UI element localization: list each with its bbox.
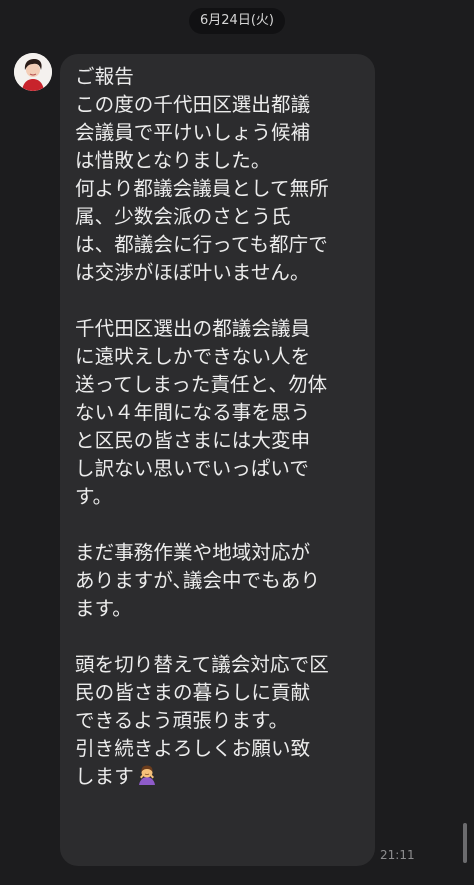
message-text-line: ありますが､議会中でもあり (75, 569, 321, 592)
message-text-line: は惜敗となりました。 (75, 149, 271, 172)
sender-avatar[interactable] (14, 53, 52, 91)
message-timestamp: 21:11 (380, 848, 415, 862)
message-text-line: します (75, 763, 363, 791)
message-text-line: 引き続きよろしくお願い致 (75, 737, 311, 760)
message-text-line: まだ事務作業や地域対応が (75, 541, 311, 564)
person-bowing-icon (138, 765, 155, 785)
message-text-line: ます。 (75, 597, 132, 620)
message-text-line: ご報告 (75, 65, 134, 88)
message-text-line: 頭を切り替えて議会対応で区 (75, 653, 329, 676)
message-text-line: 民の皆さまの暮らしに貢献 (75, 681, 311, 704)
message-text-line: 千代田区選出の都議会議員 (75, 317, 311, 340)
message-text-line: ない４年間になる事を思う (75, 401, 311, 424)
message-text-line: 属、少数会派のさとう氏 (75, 205, 291, 228)
message-text-line: 何より都議会議員として無所 (75, 177, 329, 200)
profile-photo-icon (14, 53, 52, 91)
message-bubble[interactable]: ご報告この度の千代田区選出都議 会議員で平けいしょう候補 は惜敗となりました。何より… (60, 54, 375, 866)
message-text-line: できるよう頑張ります。 (75, 709, 289, 732)
date-separator: 6月24日(火) (189, 8, 285, 34)
message-text-line: に遠吠えしかできない人を (75, 345, 311, 368)
message-text-line: 送ってしまった責任と、勿体 (75, 373, 328, 396)
message-text-line: 会議員で平けいしょう候補 (75, 121, 311, 144)
chat-screen: 6月24日(火) ご報告この度の千代田区選出都議 会議員で平けいしょう候補 は惜敗と… (0, 0, 474, 885)
message-text-line: は、都議会に行っても都庁で (75, 233, 328, 256)
message-text-line: は交渉がほぼ叶いません。 (75, 261, 310, 284)
message-text-line: し訳ない思いでいっぱいで (75, 457, 310, 480)
message-text-line: と区民の皆さまには大変申 (75, 429, 311, 452)
message-text-line: す。 (75, 485, 113, 508)
scrollbar-thumb[interactable] (463, 823, 467, 863)
message-text-line: この度の千代田区選出都議 (75, 93, 311, 116)
